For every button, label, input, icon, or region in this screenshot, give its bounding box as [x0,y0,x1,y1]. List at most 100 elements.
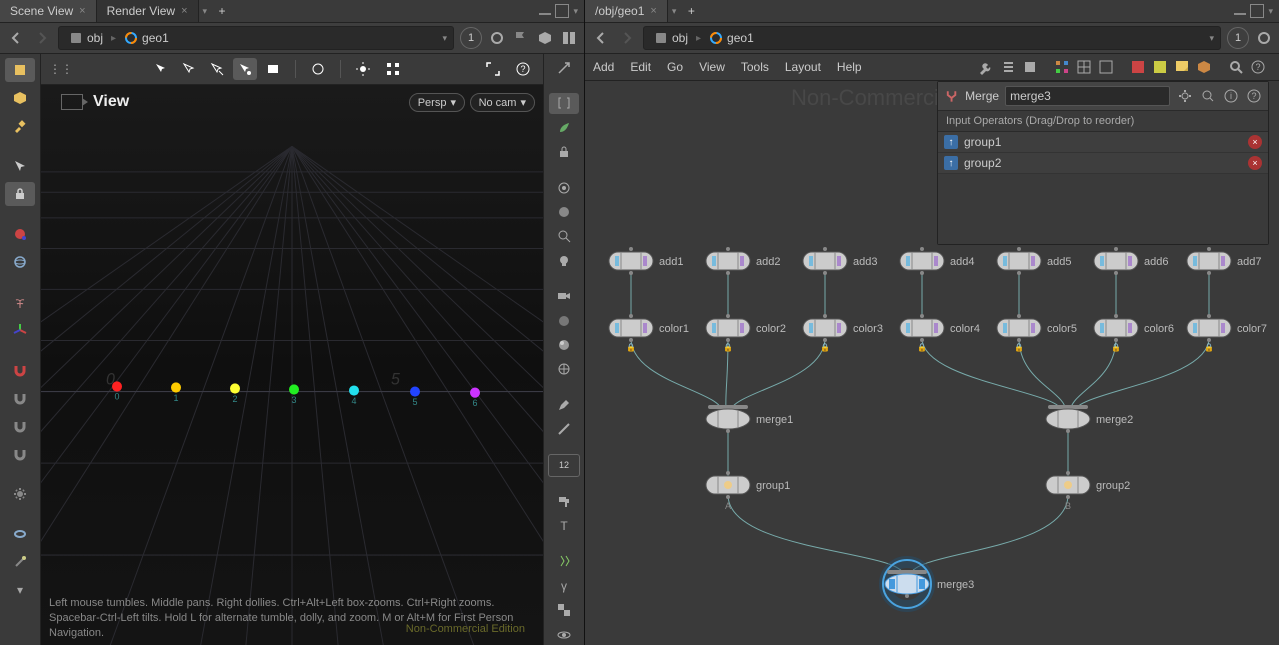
menu-layout[interactable]: Layout [785,60,821,74]
target-icon[interactable] [549,177,579,197]
back-button[interactable] [6,28,26,48]
cam-dropdown[interactable]: No cam▾ [470,93,535,112]
panels-icon[interactable] [560,29,578,47]
add-tab-button[interactable]: + [680,0,702,22]
pane-menu-icon[interactable]: ▾ [1268,6,1273,17]
node-name-input[interactable] [1005,86,1170,106]
select-arrow2-icon[interactable] [177,58,201,80]
crumb-obj[interactable]: obj [650,31,692,45]
box-icon[interactable] [1195,58,1213,76]
node-group2[interactable]: group2B [1046,471,1130,511]
shelf-magnet2-icon[interactable] [5,386,35,410]
close-icon[interactable]: × [79,5,85,17]
path-crumbs[interactable]: obj ▸ geo1 ▾ [58,26,454,50]
color1-icon[interactable] [1129,58,1147,76]
help-icon[interactable]: ? [1245,87,1262,105]
menu-view[interactable]: View [699,60,725,74]
maximize-icon[interactable] [1250,4,1264,18]
info-icon[interactable]: i [1222,87,1239,105]
shelf-brush-icon[interactable] [5,114,35,138]
node-merge2[interactable]: merge2 [1046,405,1133,433]
node-color3[interactable]: color3🔒 [803,314,883,352]
tab-dropdown-icon[interactable]: ▾ [668,6,681,17]
lock2-icon[interactable] [549,142,579,162]
shade-smooth-icon[interactable] [549,335,579,355]
select-arrow4-icon[interactable] [233,58,257,80]
node-color6[interactable]: color6🔒 [1094,314,1174,352]
ring-icon[interactable] [488,29,506,47]
forward-button[interactable] [617,28,637,48]
input-row-group1[interactable]: ↑ group1 × [938,132,1268,153]
select-arrow-icon[interactable] [149,58,173,80]
menu-add[interactable]: Add [593,60,614,74]
eye-icon[interactable] [549,624,579,644]
shelf-cube-icon[interactable] [5,86,35,110]
sun-icon[interactable] [351,58,375,80]
gamma-icon[interactable]: γ [549,576,579,596]
shelf-axis-icon[interactable] [5,318,35,342]
shelf-box-icon[interactable] [5,58,35,82]
crumb-obj[interactable]: obj [65,31,107,45]
crumb-geo1[interactable]: geo1 [705,31,758,45]
add-tab-button[interactable]: + [211,0,233,22]
grid-med-icon[interactable] [1075,58,1093,76]
shelf-arrow-icon[interactable] [5,154,35,178]
path-dropdown-icon[interactable]: ▾ [442,33,447,44]
color2-icon[interactable] [1151,58,1169,76]
num-badge[interactable]: 12 [548,454,580,476]
help2-icon[interactable]: ? [1249,58,1267,76]
search-icon[interactable] [1227,58,1245,76]
close-icon[interactable]: × [650,5,656,17]
node-color1[interactable]: color1🔒 [609,314,689,352]
path-crumbs[interactable]: obj ▸ geo1 ▾ [643,26,1221,50]
shelf-collapse-icon[interactable]: ▾ [5,578,35,602]
circle-tool-icon[interactable] [306,58,330,80]
bars-icon[interactable] [1021,58,1039,76]
find-icon[interactable] [1199,87,1216,105]
history-badge[interactable]: 1 [460,27,482,49]
cube-icon[interactable] [536,29,554,47]
line-icon[interactable] [549,419,579,439]
crumb-geo1[interactable]: geo1 [120,31,173,45]
history-badge[interactable]: 1 [1227,27,1249,49]
node-color7[interactable]: color7🔒 [1187,314,1267,352]
note-icon[interactable] [1173,58,1191,76]
select-arrow3-icon[interactable] [205,58,229,80]
input-row-group2[interactable]: ↑ group2 × [938,153,1268,174]
tab-scene-view[interactable]: Scene View × [0,0,97,22]
pane-menu-icon[interactable]: ▾ [573,6,578,17]
grid-large-icon[interactable] [1097,58,1115,76]
node-add3[interactable]: add3 [803,247,877,275]
text-icon[interactable]: T [549,516,579,536]
node-group1[interactable]: group1A [706,471,790,511]
shelf-magnet3-icon[interactable] [5,414,35,438]
node-add5[interactable]: add5 [997,247,1071,275]
wire-icon[interactable] [549,359,579,379]
node-add6[interactable]: add6 [1094,247,1168,275]
network-editor[interactable]: Non-Commercial Edition Geometry Merge i … [585,81,1279,645]
shelf-gear-icon[interactable] [5,482,35,506]
maximize-icon[interactable] [555,4,569,18]
viewport-3d[interactable]: 0 5 0 1 2 3 4 5 6 [41,85,543,645]
menu-go[interactable]: Go [667,60,683,74]
forward-button[interactable] [32,28,52,48]
grid-icon[interactable] [381,58,405,80]
close-icon[interactable]: × [181,5,187,17]
zoom-icon[interactable] [549,226,579,246]
cam-icon[interactable] [549,286,579,306]
list-icon[interactable] [999,58,1017,76]
node-add1[interactable]: add1 [609,247,683,275]
menu-help[interactable]: Help [837,60,862,74]
shade-flat-icon[interactable] [549,310,579,330]
shelf-magnet1-icon[interactable] [5,358,35,382]
back-button[interactable] [591,28,611,48]
tab-render-view[interactable]: Render View × [97,0,199,22]
grid-small-icon[interactable] [1053,58,1071,76]
leaf-icon[interactable] [549,118,579,138]
gear-icon[interactable] [1176,87,1193,105]
flag-icon[interactable] [512,29,530,47]
expand-corner-icon[interactable] [549,58,579,78]
node-color2[interactable]: color2🔒 [706,314,786,352]
fx-icon[interactable] [549,551,579,571]
skull-icon[interactable] [549,251,579,271]
